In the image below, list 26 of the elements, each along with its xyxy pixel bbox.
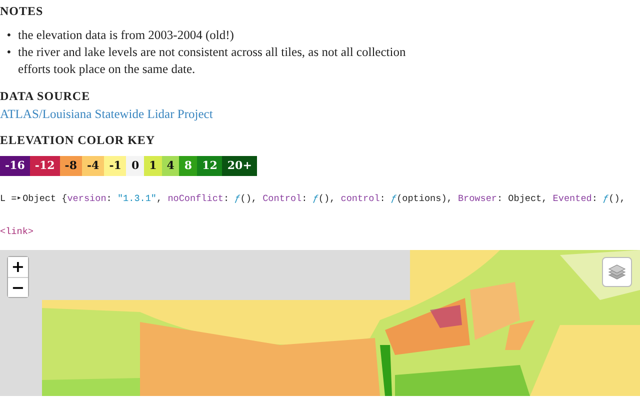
color-key-swatch: 0: [126, 156, 144, 176]
color-key-swatch: 20+: [222, 156, 257, 176]
color-key-swatch: 4: [162, 156, 180, 176]
console-text: L =: [0, 192, 17, 204]
expand-toggle[interactable]: ▸: [16, 193, 22, 203]
bullet: •: [6, 27, 12, 44]
note-text: the river and lake levels are not consistent across all tiles, as not all collection efforts took place on the same date.: [18, 44, 407, 78]
layers-button[interactable]: [602, 257, 632, 287]
section-heading: DATA SOURCE: [0, 88, 90, 104]
console-tag: <link>: [0, 226, 34, 237]
color-key-swatch: -4: [82, 156, 104, 176]
color-key-swatch: -1: [104, 156, 126, 176]
bullet: •: [6, 44, 12, 61]
color-key-swatch: -16: [0, 156, 30, 176]
layers-icon: [608, 264, 626, 280]
zoom-out-button[interactable]: −: [8, 277, 28, 297]
section-heading: ELEVATION COLOR KEY: [0, 132, 156, 148]
color-key-swatch: -12: [30, 156, 60, 176]
console-output: Object {version: "1.3.1", noConflict: ƒ(), Control: ƒ(), control: ƒ(options), Browser: Object, Evented: ƒ(),: [22, 192, 626, 204]
section-heading: NOTES: [0, 3, 44, 19]
color-key-swatch: 12: [197, 156, 222, 176]
source-link[interactable]: ATLAS/Louisiana Statewide Lidar Project: [0, 106, 213, 123]
color-key-swatch: 8: [179, 156, 198, 176]
color-key-swatch: -8: [60, 156, 82, 176]
color-key-swatch: 1: [144, 156, 162, 176]
note-text: the elevation data is from 2003-2004 (old!): [18, 27, 234, 44]
